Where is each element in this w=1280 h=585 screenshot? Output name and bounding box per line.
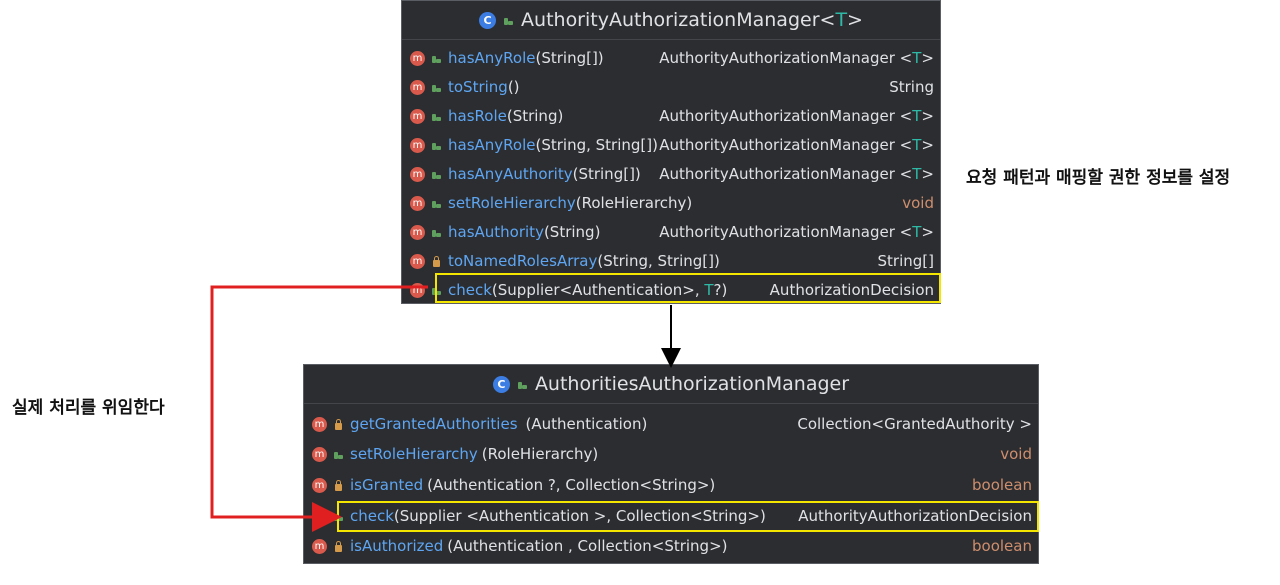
check-highlight-box xyxy=(337,501,1039,532)
method-row: m getGrantedAuthorities (Authentication)… xyxy=(304,410,1038,438)
authority-authorization-manager-panel: C AuthorityAuthorizationManager<T> m has… xyxy=(401,0,941,304)
method-icon: m xyxy=(410,108,425,124)
method-icon: m xyxy=(312,508,327,524)
public-icon xyxy=(431,199,441,208)
method-icon: m xyxy=(410,195,425,211)
return-type: boolean xyxy=(972,476,1032,494)
method-params: (Authentication , Collection<String>) xyxy=(447,537,728,555)
private-lock-icon xyxy=(335,418,342,430)
method-params: (String[]) xyxy=(535,49,604,67)
return-type: AuthorityAuthorizationManager <T> xyxy=(659,223,934,241)
method-row: m isGranted (Authentication ?, Collectio… xyxy=(304,471,1038,499)
method-params: (Authentication) xyxy=(525,415,648,433)
method-row: m hasAnyRole (String[]) AuthorityAuthori… xyxy=(402,44,940,72)
method-row: m toNamedRolesArray (String, String[]) S… xyxy=(402,247,940,275)
method-name: toString xyxy=(448,78,508,96)
method-params: (String) xyxy=(543,223,601,241)
public-icon xyxy=(431,83,441,92)
public-icon xyxy=(431,228,441,237)
method-name: hasAnyAuthority xyxy=(448,165,573,183)
return-type: boolean xyxy=(972,537,1032,555)
method-params: (Authentication ?, Collection<String>) xyxy=(427,476,716,494)
public-icon xyxy=(431,54,441,63)
method-row: m setRoleHierarchy (RoleHierarchy) void xyxy=(304,440,1038,468)
method-icon: m xyxy=(410,282,425,298)
method-name: getGrantedAuthorities xyxy=(350,415,518,433)
method-params: (RoleHierarchy) xyxy=(481,445,599,463)
method-name: toNamedRolesArray xyxy=(448,252,598,270)
class-icon: C xyxy=(479,11,497,29)
method-name: isGranted xyxy=(350,476,424,494)
method-row: m toString () String xyxy=(402,73,940,101)
return-type: AuthorityAuthorizationManager <T> xyxy=(659,136,934,154)
public-icon xyxy=(431,170,441,179)
private-lock-icon xyxy=(335,479,342,491)
method-row: m hasAnyRole (String, String[]) Authorit… xyxy=(402,131,940,159)
method-icon: m xyxy=(312,416,327,432)
return-type: Collection<GrantedAuthority > xyxy=(797,415,1032,433)
method-name: isAuthorized xyxy=(350,537,444,555)
public-icon xyxy=(431,112,441,121)
public-icon xyxy=(517,380,527,389)
method-icon: m xyxy=(410,137,425,153)
panel-header: C AuthorityAuthorizationManager<T> xyxy=(402,1,940,40)
return-type: AuthorityAuthorizationManager <T> xyxy=(659,49,934,67)
method-icon: m xyxy=(410,224,425,240)
class-title: AuthorityAuthorizationManager<T> xyxy=(521,9,863,31)
left-annotation: 실제 처리를 위임한다 xyxy=(12,398,165,418)
method-icon: m xyxy=(410,79,425,95)
method-params: () xyxy=(507,78,520,96)
authorities-authorization-manager-panel: C AuthoritiesAuthorizationManager m getG… xyxy=(303,364,1039,564)
panel-header: C AuthoritiesAuthorizationManager xyxy=(304,365,1038,404)
method-params: (String, String[]) xyxy=(597,252,720,270)
method-name: setRoleHierarchy xyxy=(350,445,478,463)
method-name: hasAnyRole xyxy=(448,136,536,154)
method-row: m setRoleHierarchy (RoleHierarchy) void xyxy=(402,189,940,217)
method-icon: m xyxy=(410,253,425,269)
method-params: (String[]) xyxy=(572,165,641,183)
method-row: m hasAnyAuthority (String[]) AuthorityAu… xyxy=(402,160,940,188)
return-type: AuthorityAuthorizationManager <T> xyxy=(659,107,934,125)
method-icon: m xyxy=(312,446,327,462)
method-params: (String) xyxy=(506,107,564,125)
private-lock-icon xyxy=(335,540,342,552)
class-icon: C xyxy=(492,375,510,393)
check-highlight-box xyxy=(435,273,941,303)
method-name: hasRole xyxy=(448,107,507,125)
method-params: (String, String[]) xyxy=(535,136,658,154)
private-lock-icon xyxy=(433,255,440,267)
method-icon: m xyxy=(312,477,327,493)
method-row: m hasAuthority (String) AuthorityAuthori… xyxy=(402,218,940,246)
return-type: void xyxy=(1000,445,1032,463)
method-row: m isAuthorized (Authentication , Collect… xyxy=(304,532,1038,560)
public-icon xyxy=(431,141,441,150)
method-icon: m xyxy=(410,166,425,182)
class-title: AuthoritiesAuthorizationManager xyxy=(534,373,850,395)
method-name: hasAnyRole xyxy=(448,49,536,67)
return-type: String xyxy=(889,78,934,96)
method-icon: m xyxy=(410,50,425,66)
method-params: (RoleHierarchy) xyxy=(575,194,693,212)
method-icon: m xyxy=(312,538,327,554)
method-name: hasAuthority xyxy=(448,223,544,241)
method-name: setRoleHierarchy xyxy=(448,194,576,212)
right-annotation: 요청 패턴과 매핑할 권한 정보를 설정 xyxy=(966,168,1231,188)
method-row: m hasRole (String) AuthorityAuthorizatio… xyxy=(402,102,940,130)
public-icon xyxy=(504,16,514,25)
return-type: void xyxy=(902,194,934,212)
return-type: String[] xyxy=(877,252,934,270)
return-type: AuthorityAuthorizationManager <T> xyxy=(659,165,934,183)
public-icon xyxy=(333,450,343,459)
